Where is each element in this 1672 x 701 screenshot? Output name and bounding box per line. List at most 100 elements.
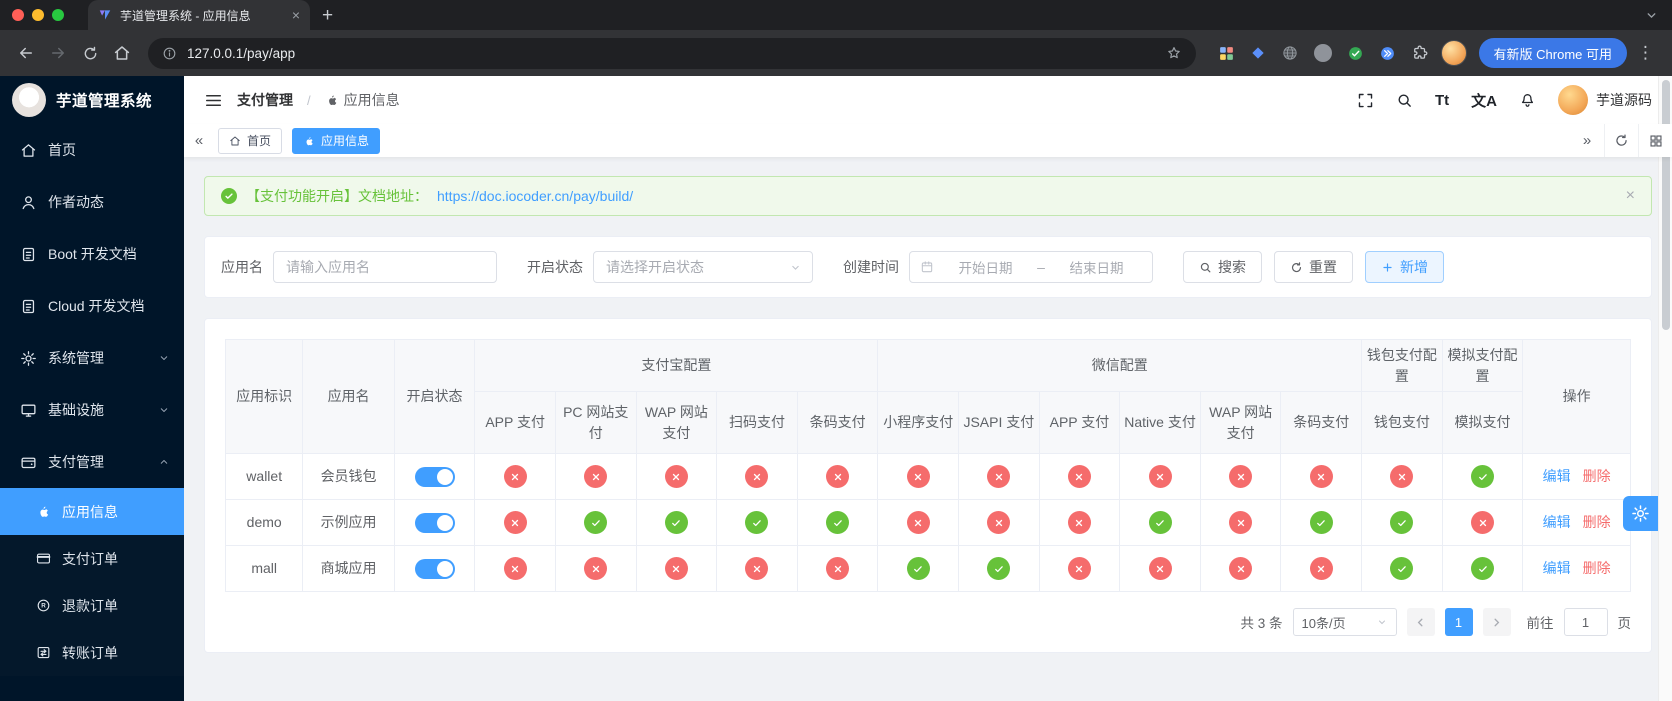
sidebar-item-基础设施[interactable]: 基础设施 xyxy=(0,384,184,436)
url-bar[interactable]: 127.0.0.1/pay/app xyxy=(148,37,1196,69)
window-controls[interactable] xyxy=(12,9,64,21)
channel-status-cell xyxy=(877,499,960,546)
search-icon[interactable] xyxy=(1396,92,1413,109)
bookmark-star-icon[interactable] xyxy=(1166,45,1182,61)
add-button[interactable]: 新增 xyxy=(1365,251,1444,283)
tag-首页[interactable]: 首页 xyxy=(218,127,283,154)
sidebar-item-转账订单[interactable]: 转账订单 xyxy=(0,629,184,676)
page-scrollbar[interactable] xyxy=(1658,76,1672,701)
status-select[interactable]: 请选择开启状态 xyxy=(593,251,813,283)
alert-close-icon[interactable]: × xyxy=(1626,187,1635,205)
font-size-icon[interactable]: Tt xyxy=(1435,92,1449,109)
edit-link[interactable]: 编辑 xyxy=(1543,468,1571,484)
next-page-icon[interactable] xyxy=(1482,608,1511,636)
app-name-input[interactable] xyxy=(273,251,497,283)
scrollbar-thumb[interactable] xyxy=(1662,80,1670,330)
channel-status-cell xyxy=(1441,499,1524,546)
minimize-window-button[interactable] xyxy=(32,9,44,21)
back-icon[interactable] xyxy=(10,37,42,69)
app-id-cell: demo xyxy=(224,499,304,546)
theme-settings-button[interactable] xyxy=(1623,496,1658,531)
green-extension-icon[interactable] xyxy=(1347,45,1364,62)
registered-icon: R xyxy=(36,598,51,613)
extension-icons xyxy=(1218,44,1429,62)
date-range-picker[interactable]: 开始日期 – 结束日期 xyxy=(909,251,1153,283)
layout-grid-icon[interactable] xyxy=(1638,124,1672,157)
reload-icon[interactable] xyxy=(74,37,106,69)
enable-status-cell xyxy=(393,499,476,546)
edit-link[interactable]: 编辑 xyxy=(1543,514,1571,530)
globe-extension-icon[interactable] xyxy=(1281,44,1299,62)
url-text[interactable]: 127.0.0.1/pay/app xyxy=(187,46,1156,61)
home-icon[interactable] xyxy=(106,37,138,69)
tab-search-icon[interactable] xyxy=(1645,9,1658,22)
sidebar-item-退款订单[interactable]: R 退款订单 xyxy=(0,582,184,629)
sidebar-item-作者动态[interactable]: 作者动态 xyxy=(0,176,184,228)
current-page-button[interactable]: 1 xyxy=(1444,608,1473,636)
sub-column-header: WAP 网站支付 xyxy=(635,391,718,454)
logo[interactable]: 芋道管理系统 xyxy=(0,76,184,124)
chevron-up-icon xyxy=(158,456,170,468)
delete-link[interactable]: 删除 xyxy=(1583,514,1611,530)
sub-column-header: APP 支付 xyxy=(1038,391,1121,454)
reset-button-label: 重置 xyxy=(1309,259,1337,275)
gray-extension-icon[interactable] xyxy=(1313,44,1332,62)
site-info-icon[interactable] xyxy=(162,46,177,61)
new-tab-button[interactable]: + xyxy=(322,6,333,25)
zoom-window-button[interactable] xyxy=(52,9,64,21)
apps-grid-icon[interactable] xyxy=(1218,45,1235,62)
alert-link[interactable]: https://doc.iocoder.cn/pay/build/ xyxy=(437,188,633,204)
date-end-placeholder[interactable]: 结束日期 xyxy=(1051,257,1142,277)
bell-icon[interactable] xyxy=(1519,92,1536,109)
browser-tab[interactable]: 芋道管理系统 - 应用信息 × xyxy=(88,0,310,30)
tagbar: « 首页 应用信息 » xyxy=(184,124,1672,157)
date-start-placeholder[interactable]: 开始日期 xyxy=(940,257,1031,277)
tag-label: 首页 xyxy=(247,134,272,148)
breadcrumb-current-label: 应用信息 xyxy=(343,92,400,108)
collapse-menu-icon[interactable] xyxy=(204,91,223,110)
actions-cell: 编辑 删除 xyxy=(1522,545,1631,592)
browser-menu-icon[interactable]: ⋮ xyxy=(1637,43,1654,63)
extensions-puzzle-icon[interactable] xyxy=(1411,44,1429,62)
sidebar-item-支付管理[interactable]: 支付管理 xyxy=(0,436,184,488)
chrome-update-button[interactable]: 有新版 Chrome 可用 xyxy=(1478,38,1627,68)
fullscreen-icon[interactable] xyxy=(1357,92,1374,109)
sub-column-header: PC 网站支付 xyxy=(554,391,637,454)
browser-profile-avatar[interactable] xyxy=(1440,40,1467,66)
reset-button[interactable]: 重置 xyxy=(1274,251,1353,283)
page-size-select[interactable]: 10条/页 xyxy=(1292,608,1397,636)
sidebar-item-应用信息[interactable]: 应用信息 xyxy=(0,488,184,535)
goto-page-input[interactable] xyxy=(1563,608,1608,636)
sidebar-item-Boot 开发文档[interactable]: Boot 开发文档 xyxy=(0,228,184,280)
enable-switch[interactable] xyxy=(414,559,455,580)
tab-close-icon[interactable]: × xyxy=(292,8,300,22)
blue-extension-icon[interactable] xyxy=(1379,45,1396,62)
enable-switch[interactable] xyxy=(414,467,455,488)
sidebar-item-首页[interactable]: 首页 xyxy=(0,124,184,176)
sidebar-item-Cloud 开发文档[interactable]: Cloud 开发文档 xyxy=(0,280,184,332)
cross-icon xyxy=(664,465,688,488)
forward-icon[interactable] xyxy=(42,37,74,69)
enable-switch[interactable] xyxy=(414,513,455,534)
refresh-page-icon[interactable] xyxy=(1604,124,1638,157)
cross-icon xyxy=(987,465,1011,488)
user-menu[interactable]: 芋道源码 xyxy=(1558,85,1652,115)
translate-icon[interactable]: 文A xyxy=(1471,90,1497,111)
close-window-button[interactable] xyxy=(12,9,24,21)
tags-scroll-right-icon[interactable]: » xyxy=(1570,124,1604,157)
delete-link[interactable]: 删除 xyxy=(1583,468,1611,484)
prev-page-icon[interactable] xyxy=(1406,608,1435,636)
user-name: 芋道源码 xyxy=(1596,92,1652,108)
sub-column-header: 条码支付 xyxy=(796,391,879,454)
delete-link[interactable]: 删除 xyxy=(1583,560,1611,576)
channel-status-cell xyxy=(1441,545,1524,592)
tag-应用信息[interactable]: 应用信息 xyxy=(292,127,381,154)
sidebar-item-系统管理[interactable]: 系统管理 xyxy=(0,332,184,384)
diamond-extension-icon[interactable] xyxy=(1250,45,1266,61)
tags-scroll-left-icon[interactable]: « xyxy=(184,132,214,149)
search-button[interactable]: 搜索 xyxy=(1183,251,1262,283)
sidebar-item-支付订单[interactable]: 支付订单 xyxy=(0,535,184,582)
channel-status-cell xyxy=(1361,545,1443,592)
edit-link[interactable]: 编辑 xyxy=(1543,560,1571,576)
breadcrumb-parent[interactable]: 支付管理 xyxy=(237,90,293,110)
